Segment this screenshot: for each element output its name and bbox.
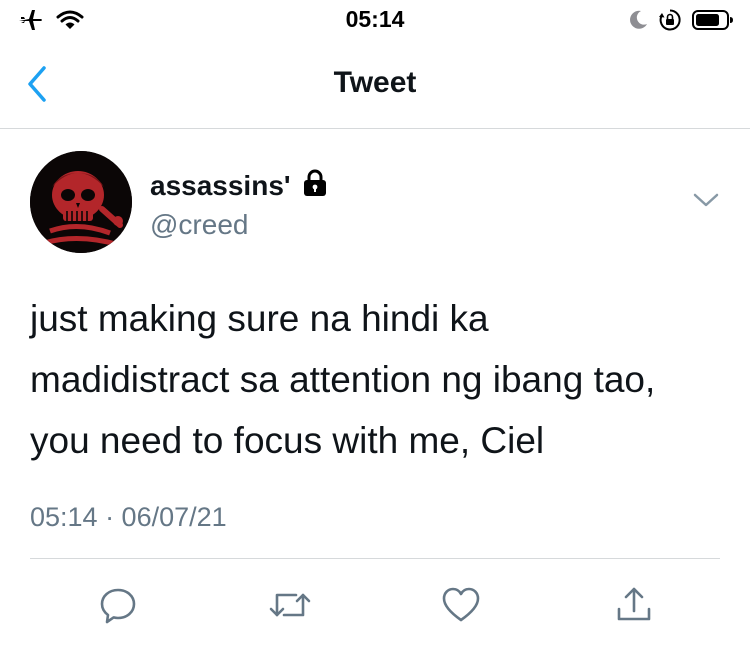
retweet-icon [268, 585, 312, 625]
page-title: Tweet [333, 66, 417, 99]
avatar[interactable] [30, 151, 132, 253]
orientation-lock-icon [658, 8, 682, 37]
tweet-text: just making sure na hindi ka madidistrac… [30, 298, 656, 461]
nav-bar: Tweet [0, 40, 750, 129]
heart-icon [441, 586, 481, 624]
more-options-button[interactable] [692, 190, 720, 210]
reply-icon [98, 585, 138, 625]
tweet-author[interactable]: assassins' @creed [150, 168, 329, 241]
share-icon [614, 585, 654, 625]
moon-icon [628, 9, 648, 36]
reply-button[interactable] [96, 583, 140, 627]
handle: @creed [150, 209, 249, 240]
status-right [628, 8, 734, 37]
battery-icon [692, 9, 734, 36]
lock-icon [301, 168, 329, 203]
retweet-button[interactable] [268, 583, 312, 627]
tweet-timestamp[interactable]: 05:14 · 06/07/21 [30, 502, 227, 533]
like-button[interactable] [439, 583, 483, 627]
status-bar: 05:14 [0, 0, 750, 40]
chevron-down-icon [692, 193, 720, 214]
tweet-detail-screen: 05:14 Tweet assassins' @creed just makin… [0, 0, 750, 647]
divider [30, 558, 720, 559]
display-name-row: assassins' [150, 168, 329, 203]
display-name: assassins' [150, 169, 291, 201]
action-bar [0, 583, 750, 627]
share-button[interactable] [612, 583, 656, 627]
